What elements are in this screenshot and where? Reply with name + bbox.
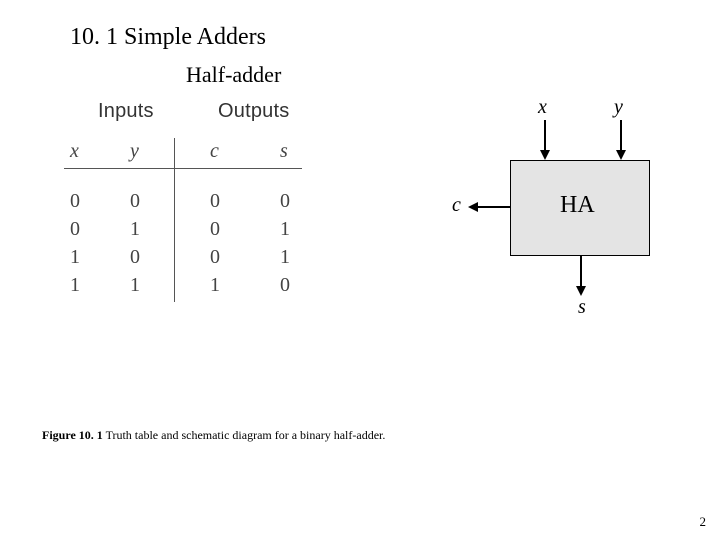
header-inputs: Inputs <box>98 100 154 123</box>
cell: 1 <box>210 274 220 297</box>
section-title: 10. 1 Simple Adders <box>70 24 266 51</box>
cell: 0 <box>280 274 290 297</box>
arrow-s-icon <box>576 286 586 296</box>
signal-c-label: c <box>452 194 461 217</box>
arrow-x-icon <box>540 150 550 160</box>
table-vline <box>174 138 175 302</box>
wire-c <box>476 206 510 208</box>
cell: 0 <box>130 190 140 213</box>
page-number: 2 <box>700 514 707 530</box>
col-s: s <box>280 140 288 163</box>
cell: 1 <box>280 246 290 269</box>
arrow-y-icon <box>616 150 626 160</box>
header-outputs: Outputs <box>218 100 289 123</box>
cell: 0 <box>70 218 80 241</box>
col-x: x <box>70 140 79 163</box>
wire-x <box>544 120 546 152</box>
cell: 0 <box>210 190 220 213</box>
signal-y-label: y <box>614 96 623 119</box>
cell: 0 <box>210 246 220 269</box>
cell: 0 <box>70 190 80 213</box>
schematic-diagram: HA x y c s <box>446 96 676 322</box>
wire-y <box>620 120 622 152</box>
cell: 1 <box>130 218 140 241</box>
wire-s <box>580 256 582 288</box>
signal-x-label: x <box>538 96 547 119</box>
cell: 1 <box>70 246 80 269</box>
cell: 0 <box>130 246 140 269</box>
figure-text: Truth table and schematic diagram for a … <box>103 428 386 442</box>
col-y: y <box>130 140 139 163</box>
cell: 1 <box>130 274 140 297</box>
figure-label: Figure 10. 1 <box>42 428 103 442</box>
signal-s-label: s <box>578 296 586 319</box>
col-c: c <box>210 140 219 163</box>
ha-block-label: HA <box>560 192 595 219</box>
cell: 0 <box>280 190 290 213</box>
cell: 1 <box>70 274 80 297</box>
figure-caption: Figure 10. 1 Truth table and schematic d… <box>42 428 385 443</box>
subsection-title: Half-adder <box>186 62 281 88</box>
table-hline <box>64 168 302 169</box>
cell: 0 <box>210 218 220 241</box>
cell: 1 <box>280 218 290 241</box>
arrow-c-icon <box>468 202 478 212</box>
